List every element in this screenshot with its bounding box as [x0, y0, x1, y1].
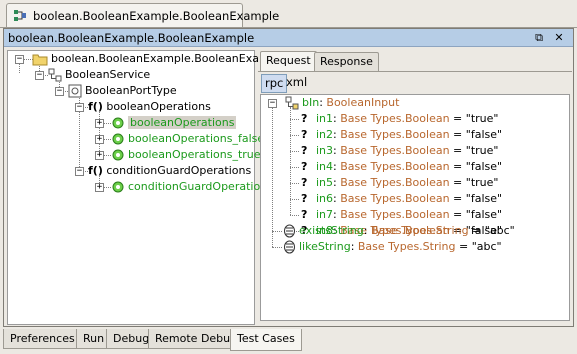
- port-type-icon: [68, 84, 82, 98]
- document-tab[interactable]: boolean.BooleanExample.BooleanExample: [6, 3, 279, 28]
- function-icon: f(): [88, 100, 103, 113]
- folder-icon: [32, 54, 48, 66]
- tree-node-operation-group[interactable]: f() booleanOperations: [88, 99, 211, 115]
- collapse-toggle[interactable]: −: [15, 55, 24, 64]
- boolean-parameter-row[interactable]: ? in4: Base Types.Boolean = "false": [301, 159, 502, 175]
- tree-node-operation[interactable]: conditionGuardOperations: [111, 179, 273, 195]
- collapse-toggle[interactable]: −: [268, 99, 277, 108]
- tab-response[interactable]: Response: [314, 52, 379, 71]
- boolean-field-icon: ?: [301, 176, 308, 189]
- expand-toggle[interactable]: +: [95, 183, 104, 192]
- expand-toggle[interactable]: +: [95, 151, 104, 160]
- tab-divider: [258, 71, 572, 72]
- boolean-parameter-row[interactable]: ? in7: Base Types.Boolean = "false": [301, 207, 502, 223]
- operation-gear-icon: [112, 149, 124, 161]
- tree-node-port-type[interactable]: BooleanPortType: [68, 83, 177, 99]
- tree-node-operation-group[interactable]: f() conditionGuardOperations: [88, 163, 251, 179]
- tree-node-root[interactable]: boolean.BooleanExample.BooleanExample: [32, 51, 287, 67]
- boolean-field-icon: ?: [301, 160, 308, 173]
- expand-toggle[interactable]: +: [95, 119, 104, 128]
- subtab-xml[interactable]: xml: [283, 74, 310, 93]
- tab-preferences[interactable]: Preferences: [3, 329, 82, 349]
- service-grid-icon: [14, 10, 26, 21]
- tree-node-operation[interactable]: booleanOperations: [111, 115, 237, 131]
- boolean-parameter-row[interactable]: ? in2: Base Types.Boolean = "false": [301, 127, 502, 143]
- string-field-icon: [284, 240, 295, 254]
- boolean-parameter-row[interactable]: ? in3: Base Types.Boolean = "true": [301, 143, 498, 159]
- string-parameter-row[interactable]: likeString: Base Types.String = "abc": [283, 239, 502, 255]
- parameter-root[interactable]: bIn: BooleanInput: [285, 95, 399, 111]
- function-icon: f(): [88, 164, 103, 177]
- string-field-icon: [284, 224, 295, 238]
- tree-node-operation[interactable]: booleanOperations_true: [111, 147, 261, 163]
- operation-gear-icon: [112, 181, 124, 193]
- operation-gear-icon: [112, 117, 124, 129]
- request-parameter-tree: − bIn: BooleanInput ? in1: Base Types.Boo…: [260, 94, 570, 321]
- collapse-toggle[interactable]: −: [75, 167, 84, 176]
- boolean-field-icon: ?: [301, 144, 308, 157]
- tab-test-cases[interactable]: Test Cases: [230, 329, 302, 351]
- operation-gear-icon: [112, 133, 124, 145]
- boolean-parameter-row[interactable]: ? in5: Base Types.Boolean = "true": [301, 175, 498, 191]
- collapse-toggle[interactable]: −: [75, 103, 84, 112]
- tab-request[interactable]: Request: [260, 51, 317, 72]
- service-editor-window: boolean.BooleanExample.BooleanExample ⧉ …: [3, 28, 574, 327]
- boolean-field-icon: ?: [301, 112, 308, 125]
- service-node-icon: [48, 68, 62, 82]
- complex-type-icon: [285, 96, 299, 110]
- boolean-parameter-row[interactable]: ? in6: Base Types.Boolean = "false": [301, 191, 502, 207]
- tree-node-operation[interactable]: booleanOperations_false: [111, 131, 264, 147]
- service-tree-panel: − boolean.BooleanExample.BooleanExample …: [7, 50, 287, 325]
- collapse-toggle[interactable]: −: [35, 71, 44, 80]
- window-title: boolean.BooleanExample.BooleanExample: [8, 31, 255, 45]
- boolean-field-icon: ?: [301, 192, 308, 205]
- close-window-icon[interactable]: ✕: [553, 32, 565, 44]
- restore-window-icon[interactable]: ⧉: [533, 32, 545, 44]
- boolean-field-icon: ?: [301, 208, 308, 221]
- request-response-panel: Request Response rpc xml − bIn: BooleanI…: [258, 50, 572, 325]
- document-tab-label: boolean.BooleanExample.BooleanExample: [33, 9, 280, 23]
- collapse-toggle[interactable]: −: [55, 87, 64, 96]
- boolean-field-icon: ?: [301, 128, 308, 141]
- boolean-parameter-row[interactable]: ? in1: Base Types.Boolean = "true": [301, 111, 498, 127]
- window-titlebar: boolean.BooleanExample.BooleanExample ⧉ …: [4, 29, 573, 47]
- expand-toggle[interactable]: +: [95, 135, 104, 144]
- string-parameter-row[interactable]: existsString: Base Types.String = "abc": [283, 223, 515, 239]
- tree-node-service[interactable]: BooleanService: [48, 67, 150, 83]
